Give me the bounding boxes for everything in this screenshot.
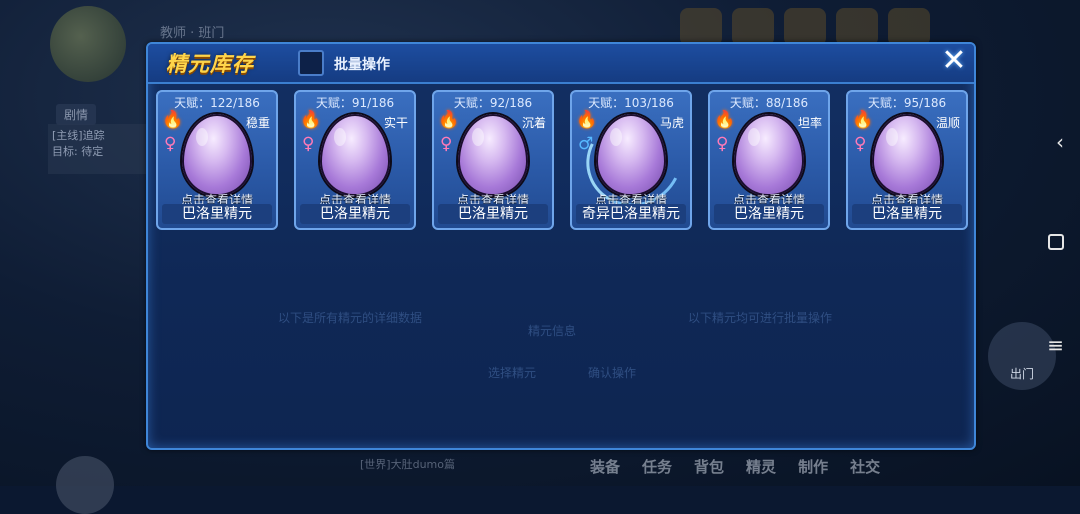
menu-bag[interactable]: 背包: [694, 456, 724, 477]
fire-icon: 🔥: [714, 110, 736, 130]
menu-craft[interactable]: 制作: [798, 456, 828, 477]
nature-label: 坦率: [797, 116, 822, 130]
essence-card[interactable]: 天赋：88/186 🔥 ♀ 坦率 点击查看详情 巴洛里精元: [708, 90, 830, 230]
talent-value: 天赋：103/186: [588, 96, 674, 110]
story-tag[interactable]: 剧情: [56, 104, 97, 125]
fire-icon: 🔥: [576, 110, 598, 130]
nature-label: 温顺: [935, 116, 960, 130]
system-navigation: ‹ ≡: [1022, 0, 1080, 486]
essence-card[interactable]: 天赋：122/186 🔥 ♀ 稳重 点击查看详情 巴洛里精元: [156, 90, 278, 230]
egg-icon: [320, 114, 390, 196]
nature-label: 马虎: [659, 116, 684, 130]
essence-name: 巴洛里精元: [852, 204, 962, 224]
essence-card[interactable]: 天赋：91/186 🔥 ♀ 实干 点击查看详情 巴洛里精元: [294, 90, 416, 230]
nature-label: 稳重: [245, 116, 270, 130]
menu-equip[interactable]: 装备: [590, 456, 620, 477]
ghost-text: 精元信息: [528, 324, 577, 338]
talent-value: 天赋：88/186: [729, 96, 809, 110]
talent-value: 天赋：92/186: [453, 96, 533, 110]
menu-social[interactable]: 社交: [850, 456, 880, 477]
egg-icon: [734, 114, 804, 196]
activity-icon[interactable]: [784, 8, 826, 46]
essence-name: 巴洛里精元: [714, 204, 824, 224]
lock-icon[interactable]: [56, 456, 114, 514]
ghost-text: 确认操作: [588, 366, 637, 380]
female-icon: ♀: [164, 134, 177, 154]
talent-value: 天赋：95/186: [867, 96, 947, 110]
talent-value: 天赋：91/186: [315, 96, 395, 110]
fire-icon: 🔥: [162, 110, 184, 130]
egg-icon: [182, 114, 252, 196]
female-icon: ♀: [302, 134, 315, 154]
player-name: 教师 · 班门: [160, 26, 225, 41]
ghost-text: 以下精元均可进行批量操作: [688, 311, 833, 325]
essence-name: 巴洛里精元: [300, 204, 410, 224]
panel-header: 精元库存 批量操作 ✕: [148, 44, 974, 84]
fire-icon: 🔥: [852, 110, 874, 130]
essence-card[interactable]: 天赋：103/186 🔥 ♂ 马虎 点击查看详情 奇异巴洛里精元: [570, 90, 695, 230]
egg-icon: [458, 114, 528, 196]
essence-card[interactable]: 天赋：92/186 🔥 ♀ 沉着 点击查看详情 巴洛里精元: [432, 90, 554, 230]
essence-card-list: 天赋：122/186 🔥 ♀ 稳重 点击查看详情 巴洛里精元 天赋：91/186…: [156, 90, 968, 230]
top-activity-icons: [680, 8, 930, 46]
activity-icon[interactable]: [888, 8, 930, 46]
activity-icon[interactable]: [836, 8, 878, 46]
menu-task[interactable]: 任务: [642, 456, 672, 477]
panel-title: 精元库存: [166, 52, 254, 76]
nature-label: 实干: [383, 116, 408, 130]
egg-icon: [872, 114, 942, 196]
quest-tracker[interactable]: [主线]追踪 目标: 待定: [48, 124, 158, 174]
player-avatar[interactable]: [50, 6, 126, 82]
activity-icon[interactable]: [732, 8, 774, 46]
nature-label: 沉着: [521, 116, 546, 130]
close-icon[interactable]: ✕: [940, 46, 968, 76]
menu-icon[interactable]: ≡: [1047, 333, 1064, 357]
essence-name: 巴洛里精元: [162, 204, 272, 224]
activity-icon[interactable]: [680, 8, 722, 46]
back-icon[interactable]: ‹: [1056, 130, 1064, 154]
female-icon: ♀: [440, 134, 453, 154]
menu-spirit[interactable]: 精灵: [746, 456, 776, 477]
bottom-menu: 装备 任务 背包 精灵 制作 社交: [590, 456, 880, 477]
fire-icon: 🔥: [438, 110, 460, 130]
quest-line: [主线]追踪: [52, 129, 105, 142]
essence-name: 奇异巴洛里精元: [576, 204, 686, 224]
chat-line[interactable]: [世界]大肚dumo篇: [360, 456, 455, 472]
fire-icon: 🔥: [300, 110, 322, 130]
batch-checkbox[interactable]: [298, 50, 324, 76]
talent-value: 天赋：122/186: [174, 96, 260, 110]
female-icon: ♀: [854, 134, 867, 154]
ghost-text: 选择精元: [488, 366, 537, 380]
essence-inventory-panel: 精元库存 批量操作 ✕ 以下是所有精元的详细数据 精元信息 以下精元均可进行批量…: [146, 42, 976, 450]
essence-name: 巴洛里精元: [438, 204, 548, 224]
quest-line: 目标: 待定: [52, 145, 104, 158]
essence-card[interactable]: 天赋：95/186 🔥 ♀ 温顺 点击查看详情 巴洛里精元: [846, 90, 968, 230]
female-icon: ♀: [716, 134, 729, 154]
ghost-text: 以下是所有精元的详细数据: [278, 311, 423, 325]
batch-label[interactable]: 批量操作: [334, 54, 390, 74]
home-icon[interactable]: [1048, 234, 1064, 250]
